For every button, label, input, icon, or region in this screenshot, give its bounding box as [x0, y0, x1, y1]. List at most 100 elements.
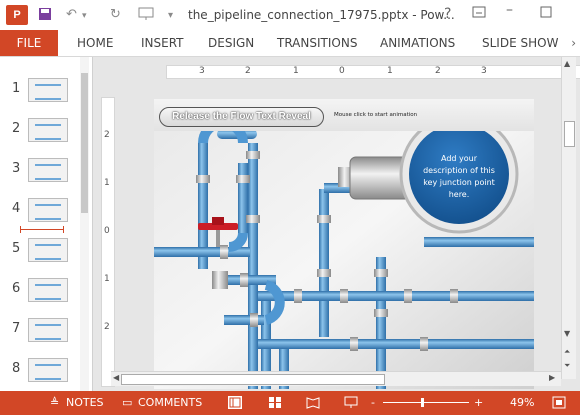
pipe-coupling — [240, 273, 248, 287]
slide-insert-marker — [20, 226, 64, 233]
slides-panel-scrollbar[interactable] — [80, 57, 89, 391]
release-flow-button[interactable]: Release the Flow Text Reveal — [159, 107, 324, 127]
slide-preview — [28, 158, 68, 182]
help-icon[interactable]: ? — [444, 6, 451, 22]
customize-arrow-icon[interactable]: ▾ — [168, 10, 173, 21]
scroll-up-icon[interactable]: ▲ — [564, 59, 570, 68]
scroll-left-icon[interactable]: ◀ — [113, 373, 119, 382]
normal-view-icon[interactable] — [228, 396, 242, 409]
pipe-coupling — [294, 289, 302, 303]
slide-sorter-icon[interactable] — [268, 396, 282, 409]
redo-icon[interactable]: ↻ — [110, 7, 121, 22]
pipe-coupling — [212, 271, 228, 289]
zoom-level[interactable]: 49% — [510, 396, 534, 409]
powerpoint-logo-icon: P — [6, 5, 28, 25]
next-slide-icon[interactable]: ⏷ — [564, 361, 570, 371]
slide-thumbnail[interactable]: 7 — [0, 313, 80, 349]
slide-number: 4 — [12, 201, 21, 216]
ribbon-tab-bar: FILE HOME INSERT DESIGN TRANSITIONS ANIM… — [0, 30, 580, 57]
slide-thumbnail[interactable]: 8 — [0, 353, 80, 389]
ribbon-scroll-right-icon[interactable]: › — [571, 30, 576, 56]
maximize-icon[interactable] — [540, 6, 552, 22]
pipe-coupling — [450, 289, 458, 303]
tab-design[interactable]: DESIGN — [208, 30, 254, 56]
pipe-coupling — [250, 313, 258, 327]
slide-preview — [28, 278, 68, 302]
slide-preview — [28, 118, 68, 142]
comments-icon[interactable]: ▭ — [122, 396, 132, 409]
slide-preview — [28, 318, 68, 342]
editor-horizontal-scrollbar[interactable]: ◀ ▶ — [111, 371, 561, 386]
scroll-thumb[interactable] — [121, 374, 385, 385]
slide-editor: 3 2 1 0 1 2 3 2 1 0 1 2 Release the Flow… — [93, 57, 580, 391]
zoom-in-button[interactable]: + — [474, 396, 483, 409]
pipe-coupling — [220, 245, 228, 259]
callout-text[interactable]: Add your description of this key junctio… — [418, 153, 500, 201]
pipe-segment — [319, 189, 329, 337]
present-icon[interactable] — [138, 7, 154, 25]
pipe-coupling — [196, 175, 210, 183]
ribbon-display-icon[interactable] — [472, 6, 486, 22]
valve-handle — [212, 217, 224, 225]
pipe-coupling — [246, 151, 260, 159]
slide-thumbnail[interactable]: 2 — [0, 113, 80, 149]
tab-transitions[interactable]: TRANSITIONS — [277, 30, 357, 56]
undo-icon[interactable]: ↶ — [66, 7, 77, 22]
ruler-tick: 1 — [387, 66, 393, 76]
pipe-coupling — [374, 269, 388, 277]
scroll-right-icon[interactable]: ▶ — [549, 373, 555, 382]
slide-number: 8 — [12, 361, 21, 376]
tab-home[interactable]: HOME — [77, 30, 113, 56]
tab-insert[interactable]: INSERT — [141, 30, 184, 56]
previous-slide-icon[interactable]: ⏶ — [564, 347, 570, 357]
editor-vertical-scrollbar[interactable]: ▲ ▼ ⏶ ⏷ — [561, 57, 576, 379]
valve-stem — [216, 229, 220, 247]
pipe-coupling — [404, 289, 412, 303]
save-icon[interactable] — [38, 7, 52, 25]
scroll-down-icon[interactable]: ▼ — [564, 329, 570, 338]
pipe-coupling — [317, 269, 331, 277]
notes-icon[interactable]: ≜ — [50, 396, 59, 409]
zoom-slider-knob[interactable] — [421, 398, 424, 407]
reading-view-icon[interactable] — [306, 396, 320, 409]
tab-animations[interactable]: ANIMATIONS — [380, 30, 455, 56]
pipe-coupling — [340, 289, 348, 303]
slide-thumbnail[interactable]: 5 — [0, 233, 80, 269]
pipe-segment — [258, 339, 534, 349]
ruler-tick: 0 — [339, 66, 345, 76]
ruler-tick: 2 — [245, 66, 251, 76]
pipeline-graphic — [154, 99, 534, 389]
pipe-coupling — [350, 337, 358, 351]
slide-preview — [28, 78, 68, 102]
ruler-tick: 1 — [104, 178, 110, 188]
pipe-coupling — [374, 309, 388, 317]
ruler-tick: 3 — [199, 66, 205, 76]
fit-to-window-icon[interactable] — [552, 396, 566, 409]
ruler-tick: 2 — [435, 66, 441, 76]
slide-thumbnail[interactable]: 6 — [0, 273, 80, 309]
tab-slide-show[interactable]: SLIDE SHOW — [482, 30, 558, 56]
ruler-tick: 1 — [293, 66, 299, 76]
tab-file[interactable]: FILE — [0, 30, 58, 56]
slide-number: 6 — [12, 281, 21, 296]
minimize-icon[interactable]: – — [506, 2, 513, 18]
slides-panel: 1 2 3 4 5 6 7 8 — [0, 57, 93, 391]
undo-dropdown-icon[interactable]: ▾ — [82, 11, 87, 21]
notes-button[interactable]: NOTES — [66, 396, 104, 409]
slide-number: 2 — [12, 121, 21, 136]
pipe-coupling — [420, 337, 428, 351]
slide-thumbnail[interactable]: 3 — [0, 153, 80, 189]
window-title: the_pipeline_connection_17975.pptx - Pow… — [188, 8, 455, 22]
animation-hint: Mouse click to start animation — [334, 112, 418, 118]
zoom-out-button[interactable]: - — [371, 396, 375, 409]
comments-button[interactable]: COMMENTS — [138, 396, 202, 409]
scroll-thumb[interactable] — [564, 121, 575, 147]
slide-thumbnail[interactable]: 1 — [0, 73, 80, 109]
slide-number: 1 — [12, 81, 21, 96]
slide-thumbnail[interactable]: 4 — [0, 193, 80, 229]
pipe-segment — [424, 237, 534, 247]
slide-canvas[interactable]: Release the Flow Text Reveal Mouse click… — [154, 99, 534, 389]
zoom-slider[interactable] — [383, 398, 469, 407]
slide-show-icon[interactable] — [344, 396, 358, 409]
status-bar: ≜ NOTES ▭ COMMENTS - + 49% — [0, 391, 580, 415]
